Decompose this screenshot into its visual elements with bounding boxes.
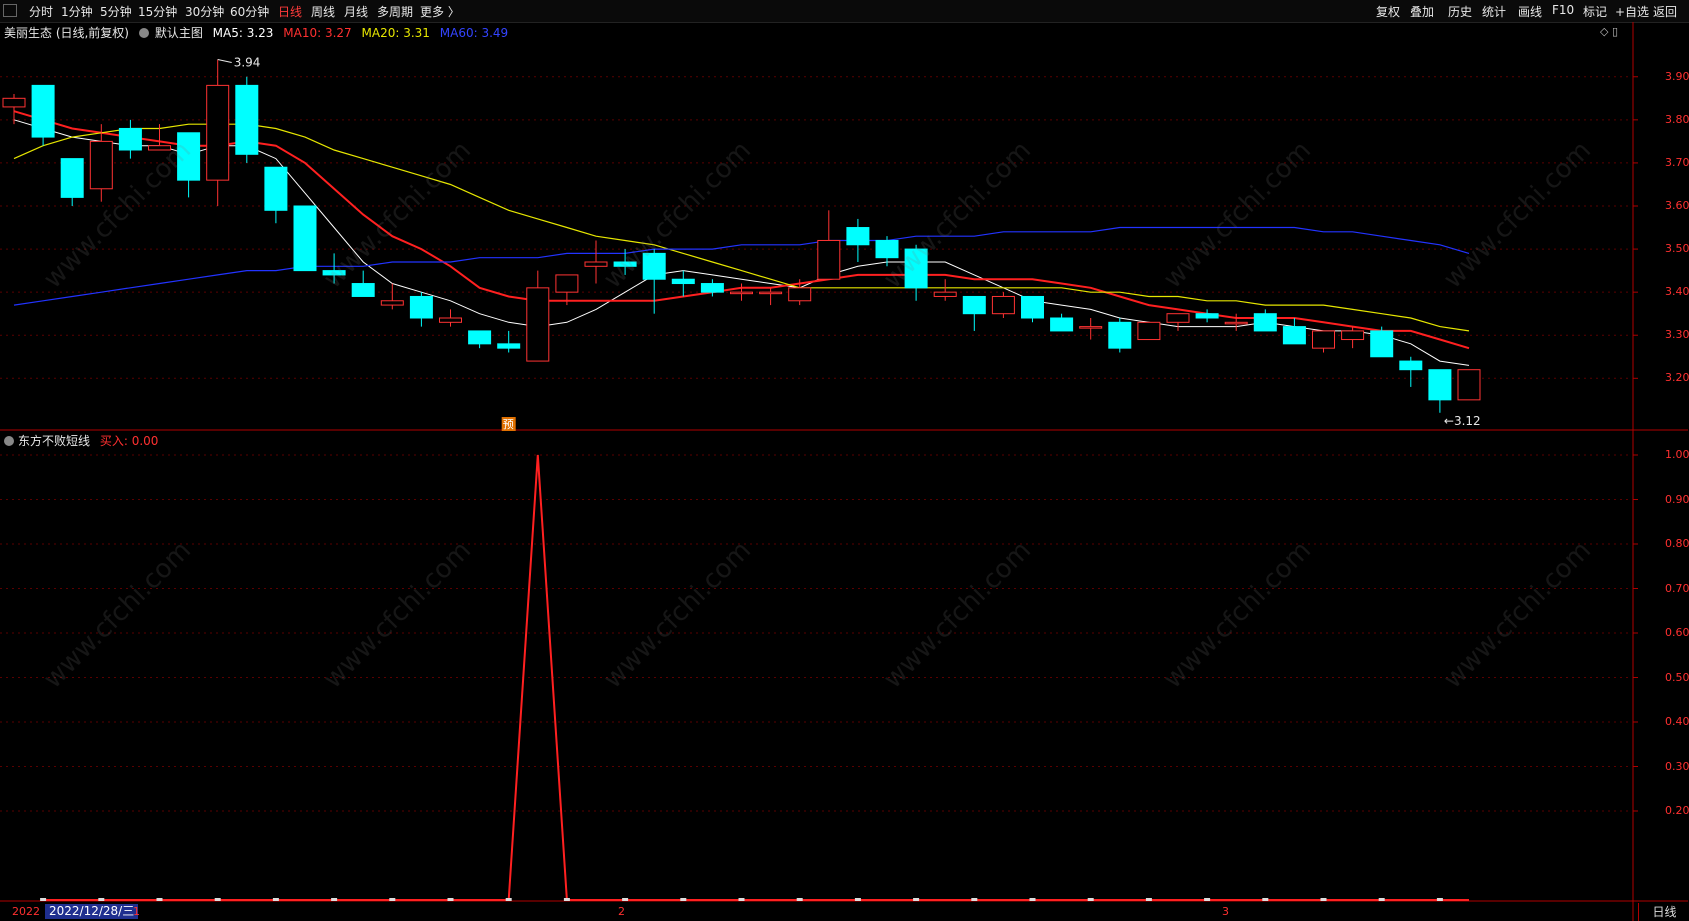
candle-body <box>409 295 433 319</box>
y-tick-label: 3.70 <box>1665 155 1689 169</box>
signal-point <box>1087 898 1094 901</box>
candle-body <box>1457 369 1481 401</box>
low-annotation: ←3.12 <box>1444 414 1481 428</box>
candle-body <box>235 84 259 155</box>
candle-body <box>2 97 26 108</box>
candle-body <box>60 158 84 198</box>
y-tick-label: 0.70 <box>1665 581 1689 595</box>
y-tick-label: 3.60 <box>1665 199 1689 212</box>
candle-body <box>817 239 841 280</box>
signal-point <box>214 898 221 901</box>
period-badge[interactable]: 日线 <box>1638 903 1689 921</box>
y-tick-label: 1.00 <box>1665 448 1689 461</box>
signal-point <box>622 898 629 901</box>
signal-point <box>389 898 396 901</box>
signal-point <box>971 898 978 901</box>
signal-point <box>98 898 105 901</box>
cursor-date: 2022/12/28/三 <box>45 904 139 919</box>
signal-point <box>1145 898 1152 901</box>
y-tick-label: 0.20 <box>1665 804 1689 817</box>
candle-body <box>1399 360 1423 371</box>
signal-point <box>1378 898 1385 901</box>
y-tick-label: 0.40 <box>1665 715 1689 728</box>
x-label-month-1: 1 <box>133 905 140 918</box>
y-tick-label: 3.80 <box>1665 112 1689 126</box>
signal-point <box>680 898 687 901</box>
y-tick-label: 0.50 <box>1665 670 1689 684</box>
x-label-month-3: 3 <box>1222 905 1229 918</box>
y-tick-label: 0.90 <box>1665 492 1689 506</box>
candle-body <box>555 274 579 293</box>
x-label-month-2: 2 <box>618 905 625 918</box>
candle-body <box>1253 313 1277 332</box>
x-label-cut: 2022 <box>12 905 40 918</box>
candle-body <box>526 287 550 362</box>
candle-body <box>1079 326 1103 329</box>
y-tick-label: 0.80 <box>1665 537 1689 550</box>
candle-body <box>293 205 317 272</box>
signal-point <box>505 898 512 901</box>
candle-body <box>497 343 521 349</box>
candle-body <box>1137 321 1161 341</box>
candle-body <box>1166 313 1190 323</box>
signal-point <box>331 898 338 901</box>
candle-body <box>468 330 492 345</box>
candle-body <box>89 140 113 190</box>
candle-body <box>1021 295 1044 319</box>
signal-point <box>1204 898 1211 901</box>
y-tick-label: 0.60 <box>1665 626 1689 639</box>
chart-canvas[interactable]: 3.94 ←3.12 预 <box>0 0 1689 921</box>
candle-body <box>700 283 724 293</box>
candle-body <box>991 295 1015 315</box>
candle-body <box>1050 317 1074 332</box>
candle-body <box>788 287 812 302</box>
candle-body <box>31 84 55 138</box>
candle-body <box>1312 330 1335 349</box>
signal-point <box>40 898 47 901</box>
signal-point <box>156 898 163 901</box>
candle-body <box>933 291 957 297</box>
candle-body <box>1282 326 1306 345</box>
candle-body <box>671 278 695 285</box>
high-pointer <box>217 59 232 64</box>
signal-point <box>563 898 570 901</box>
candle-body <box>206 84 230 181</box>
y-tick-label: 3.20 <box>1665 371 1689 385</box>
signal-point <box>796 898 803 901</box>
candle-body <box>380 300 404 306</box>
candle-body <box>264 166 288 211</box>
signal-point <box>272 898 279 901</box>
candle-body <box>1108 321 1132 349</box>
candle-body <box>351 283 375 297</box>
y-tick-label: 0.30 <box>1665 759 1689 773</box>
signal-point <box>854 898 861 901</box>
y-tick-label: 3.30 <box>1665 328 1689 342</box>
signal-point <box>447 898 454 901</box>
candle-body <box>1341 330 1365 341</box>
candle-body <box>1224 321 1248 325</box>
signal-point <box>913 898 920 901</box>
candle-body <box>1428 369 1452 401</box>
candle-body <box>1370 330 1394 358</box>
signal-point <box>1029 898 1036 901</box>
y-tick-label: 3.40 <box>1665 285 1689 299</box>
signal-point <box>1262 898 1269 901</box>
signal-badge-text: 预 <box>503 418 514 431</box>
y-tick-label: 3.50 <box>1665 242 1689 256</box>
candle-body <box>730 291 753 295</box>
candle-body <box>759 291 783 295</box>
candle-body <box>846 227 870 246</box>
signal-point <box>1320 898 1327 901</box>
y-tick-label: 3.90 <box>1665 69 1689 83</box>
candle-body <box>1195 313 1219 319</box>
candle-body <box>118 127 142 151</box>
signal-point <box>1436 898 1443 901</box>
candle-body <box>962 295 986 315</box>
signal-point <box>738 898 745 901</box>
candle-body <box>439 317 462 323</box>
high-annotation: 3.94 <box>234 56 261 70</box>
